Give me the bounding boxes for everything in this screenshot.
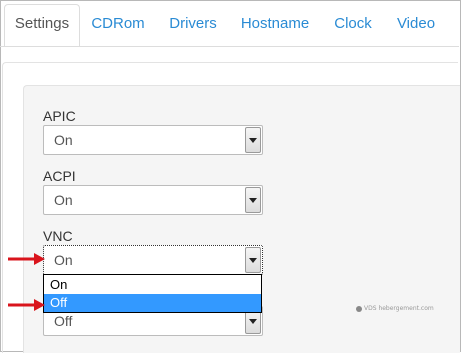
chevron-down-icon	[245, 187, 261, 213]
dropdown-option-off[interactable]: Off	[44, 294, 261, 312]
chevron-down-icon	[245, 247, 261, 273]
tab-hostname[interactable]: Hostname	[236, 5, 314, 46]
apic-select[interactable]: On	[43, 125, 263, 155]
tab-cdrom[interactable]: CDRom	[86, 5, 150, 46]
tab-video[interactable]: Video	[390, 5, 442, 46]
dropdown-option-on[interactable]: On	[44, 276, 261, 294]
chevron-down-icon	[245, 127, 261, 153]
tab-drivers[interactable]: Drivers	[163, 5, 223, 46]
watermark-logo-icon	[356, 305, 362, 312]
acpi-label: ACPI	[43, 168, 76, 184]
tab-clock[interactable]: Clock	[328, 5, 378, 46]
tab-bar: Settings CDRom Drivers Hostname Clock Vi…	[0, 0, 459, 47]
vnc-select[interactable]: On	[43, 245, 263, 275]
vnc-value: On	[54, 252, 73, 268]
tab-divider	[0, 46, 459, 47]
fourth-value: Off	[54, 313, 73, 329]
red-arrow-icon	[8, 299, 45, 311]
vnc-label: VNC	[43, 228, 73, 244]
watermark: VDS hebergement.com	[356, 305, 434, 312]
tab-settings[interactable]: Settings	[4, 4, 80, 47]
vnc-dropdown-list: On Off	[43, 274, 262, 313]
watermark-text: VDS hebergement.com	[364, 305, 434, 312]
acpi-value: On	[54, 192, 73, 208]
apic-value: On	[54, 132, 73, 148]
acpi-select[interactable]: On	[43, 185, 263, 215]
apic-label: APIC	[43, 108, 76, 124]
red-arrow-icon	[8, 253, 45, 265]
